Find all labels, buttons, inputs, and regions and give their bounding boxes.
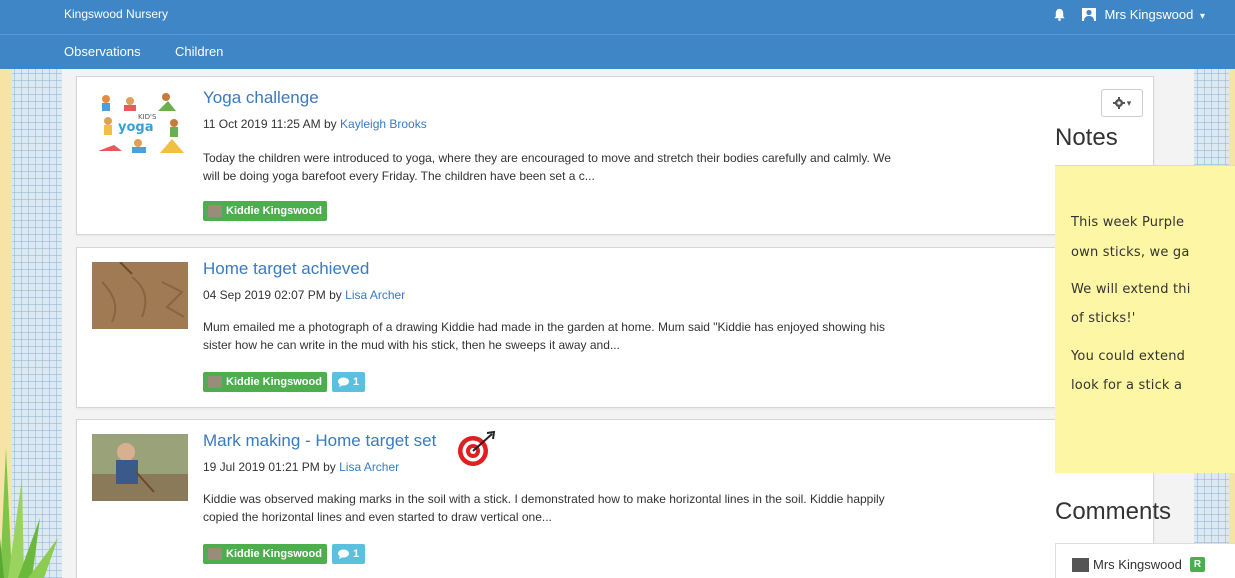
comment-badge: R: [1189, 557, 1206, 572]
gear-icon: [1112, 97, 1125, 109]
mark-making-image: [92, 434, 188, 501]
by-label: by: [323, 460, 336, 474]
comment-item: Mrs Kingswood R: [1055, 543, 1235, 578]
child-avatar-icon: [208, 205, 222, 217]
user-area: Mrs Kingswood ▾: [1053, 7, 1205, 22]
comment-icon: [337, 377, 349, 387]
observation-tags: Kiddie Kingswood 1: [203, 372, 366, 392]
observation-title[interactable]: Mark making - Home target set: [203, 431, 436, 451]
observation-card: KID'S yoga Yoga challenge 11 Oct 2019 11…: [76, 76, 1154, 235]
top-navbar: Kingswood Nursery Mrs Kingswood ▾ Observ…: [0, 0, 1235, 69]
observation-description: Mum emailed me a photograph of a drawing…: [203, 320, 885, 352]
notes-sticky: This week Purple own sticks, we ga We wi…: [1055, 165, 1235, 473]
observation-date: 04 Sep 2019 02:07 PM: [203, 288, 326, 302]
nav-item-observations[interactable]: Observations: [64, 44, 141, 59]
user-icon: [1082, 8, 1097, 21]
comment-count-badge[interactable]: 1: [331, 372, 366, 392]
child-tag-label: Kiddie Kingswood: [226, 548, 322, 560]
left-border-decoration: [0, 0, 12, 578]
child-avatar-icon: [208, 376, 222, 388]
observation-title-text: Mark making - Home target set: [203, 431, 437, 450]
observation-tags: Kiddie Kingswood: [203, 201, 327, 221]
author-link[interactable]: Lisa Archer: [345, 288, 405, 302]
observation-tags: Kiddie Kingswood 1: [203, 544, 366, 564]
comment-count-badge[interactable]: 1: [331, 544, 366, 564]
observation-description: Today the children were introduced to yo…: [203, 151, 891, 183]
note-line: We will extend thi: [1071, 282, 1191, 297]
comment-author-name: Mrs Kingswood: [1093, 557, 1182, 572]
comment-count: 1: [352, 376, 360, 388]
user-menu[interactable]: Mrs Kingswood ▾: [1104, 7, 1205, 22]
child-tag[interactable]: Kiddie Kingswood: [203, 372, 327, 392]
observation-thumbnail[interactable]: [92, 262, 188, 329]
chevron-down-icon: ▾: [1199, 11, 1205, 22]
target-icon: [458, 431, 496, 466]
observation-meta: 04 Sep 2019 02:07 PM by Lisa Archer: [203, 288, 405, 302]
observation-title[interactable]: Home target achieved: [203, 259, 369, 279]
child-tag-label: Kiddie Kingswood: [226, 376, 322, 388]
yoga-thumbnail-image: KID'S yoga: [98, 93, 184, 153]
by-label: by: [329, 288, 342, 302]
user-name: Mrs Kingswood: [1104, 7, 1194, 22]
note-line: You could extend: [1071, 349, 1186, 364]
observation-thumbnail[interactable]: [92, 434, 188, 501]
note-line: look for a stick a: [1071, 378, 1183, 393]
observation-date: 11 Oct 2019 11:25 AM: [203, 117, 321, 131]
observation-title[interactable]: Yoga challenge: [203, 88, 319, 108]
nav-item-children[interactable]: Children: [175, 44, 223, 59]
author-link[interactable]: Lisa Archer: [339, 460, 399, 474]
comments-heading: Comments: [1055, 498, 1172, 525]
content-panel: KID'S yoga Yoga challenge 11 Oct 2019 11…: [62, 69, 1194, 578]
note-line: own sticks, we ga: [1071, 245, 1190, 260]
note-line: This week Purple: [1071, 215, 1185, 230]
svg-text:yoga: yoga: [118, 120, 153, 135]
author-link[interactable]: Kayleigh Brooks: [340, 117, 427, 131]
child-tag[interactable]: Kiddie Kingswood: [203, 201, 327, 221]
observation-description: Kiddie was observed making marks in the …: [203, 492, 885, 524]
comment-count: 1: [352, 548, 360, 560]
notes-heading: Notes: [1055, 124, 1118, 151]
observation-card: Mark making - Home target set 19 Jul 201…: [76, 419, 1154, 578]
settings-dropdown-button[interactable]: ▾: [1101, 89, 1143, 117]
child-avatar-icon: [208, 548, 222, 560]
observation-thumbnail[interactable]: KID'S yoga: [92, 89, 188, 156]
user-avatar-icon: [1072, 557, 1089, 572]
by-label: by: [323, 117, 337, 131]
comment-author: Mrs Kingswood R: [1072, 557, 1206, 572]
observation-meta: 19 Jul 2019 01:21 PM by Lisa Archer: [203, 460, 399, 474]
child-tag-label: Kiddie Kingswood: [226, 205, 322, 217]
observation-date: 19 Jul 2019 01:21 PM: [203, 460, 320, 474]
note-line: of sticks!': [1071, 311, 1136, 326]
mud-drawing-image: [92, 262, 188, 329]
observation-card: Home target achieved 04 Sep 2019 02:07 P…: [76, 247, 1154, 408]
observation-meta: 11 Oct 2019 11:25 AM by Kayleigh Brooks: [203, 117, 427, 131]
comment-icon: [337, 549, 349, 559]
main-nav: Observations Children: [0, 34, 1235, 69]
chevron-down-icon: ▾: [1126, 97, 1132, 108]
child-tag[interactable]: Kiddie Kingswood: [203, 544, 327, 564]
brand-name[interactable]: Kingswood Nursery: [64, 7, 168, 21]
bell-icon[interactable]: [1053, 8, 1066, 21]
